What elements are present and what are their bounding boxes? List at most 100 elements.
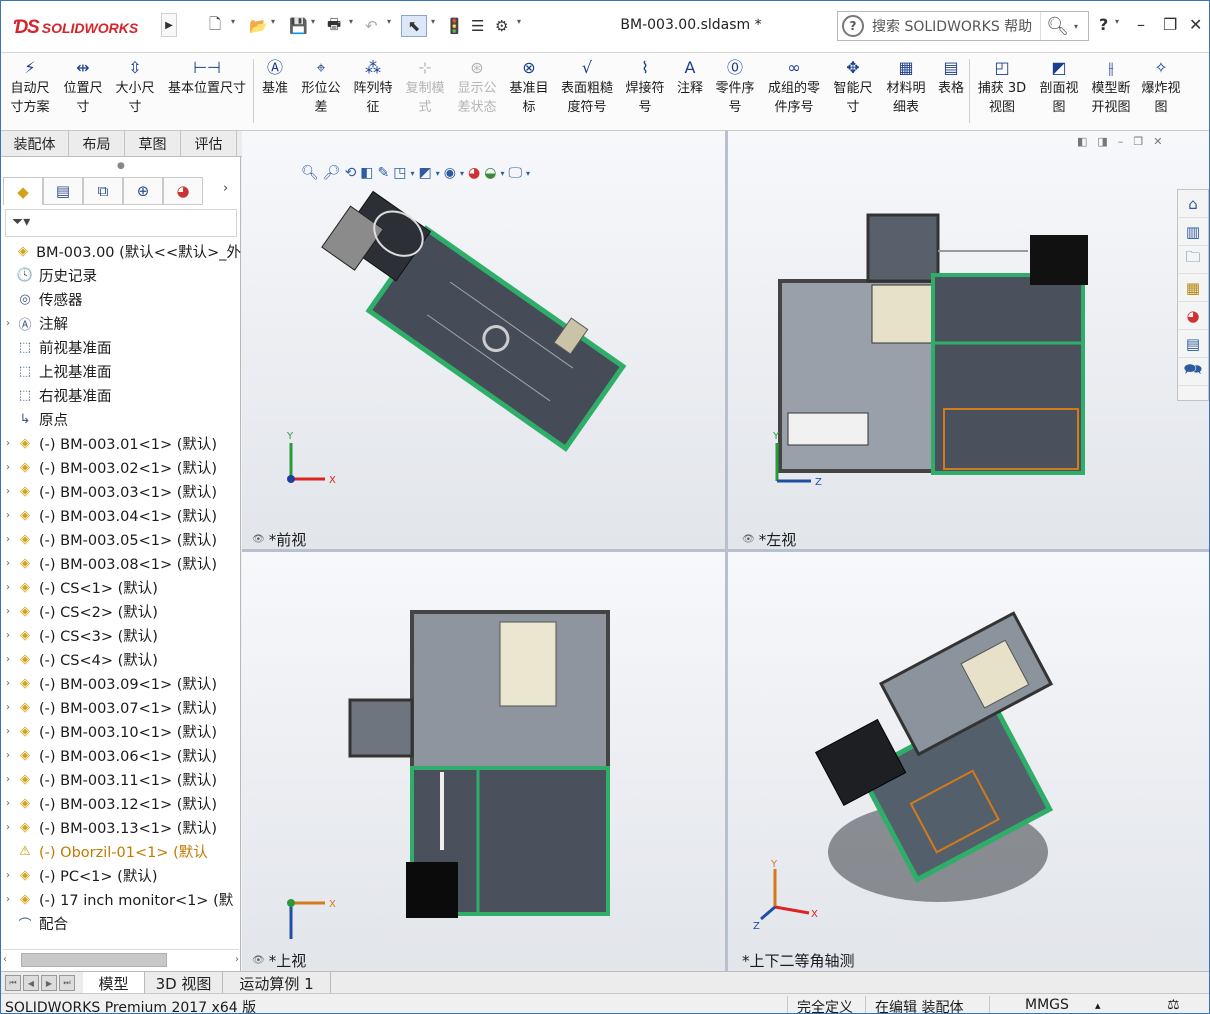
tree-item[interactable]: ⌒ 配合 <box>1 911 241 935</box>
tree-item[interactable]: › Ⓐ 注解 <box>1 311 241 335</box>
tree-item[interactable]: ⚠ (-) Oborzil-01<1> (默认 <box>1 839 241 863</box>
undo-dropdown-icon[interactable]: ▾ <box>387 17 391 26</box>
tree-item[interactable]: › ◈ (-) BM-003.12<1> (默认) <box>1 791 241 815</box>
expand-chevron-icon[interactable]: › <box>1 486 15 497</box>
rebuild-icon[interactable]: 🚦 <box>445 15 464 37</box>
basic-location-dimension-button[interactable]: ⊢⊣ 基本位置尺寸 <box>161 57 253 98</box>
viewport-close-icon[interactable]: ✕ <box>1153 135 1162 148</box>
tree-item[interactable]: ◎ 传感器 <box>1 287 241 311</box>
expand-chevron-icon[interactable]: › <box>1 582 15 593</box>
forum-icon[interactable]: 🗪 <box>1178 358 1208 386</box>
options-dropdown-icon[interactable]: ▾ <box>517 17 521 26</box>
tree-item[interactable]: › ◈ (-) BM-003.11<1> (默认) <box>1 767 241 791</box>
tree-item[interactable]: › ◈ (-) CS<2> (默认) <box>1 599 241 623</box>
tree-item[interactable]: 🕓 历史记录 <box>1 263 241 287</box>
section-view-icon[interactable]: ◧ <box>360 165 373 181</box>
section-view-button[interactable]: ◩ 剖面视 图 <box>1033 57 1085 117</box>
expand-chevron-icon[interactable]: › <box>1 726 15 737</box>
scroll-right-icon[interactable]: › <box>235 954 239 965</box>
expand-chevron-icon[interactable]: › <box>1 750 15 761</box>
save-icon[interactable]: 💾 <box>289 15 308 37</box>
configuration-manager-tab-icon[interactable]: ⧉ <box>83 177 123 205</box>
new-dropdown-icon[interactable]: ▾ <box>231 17 235 26</box>
open-icon[interactable]: 📂 <box>249 15 268 37</box>
tree-item[interactable]: ⬚ 前视基准面 <box>1 335 241 359</box>
close-icon[interactable]: ✕ <box>1189 15 1202 34</box>
viewport-prev-icon[interactable]: ◧ <box>1077 135 1087 148</box>
tree-item[interactable]: › ◈ (-) CS<1> (默认) <box>1 575 241 599</box>
table-button[interactable]: ▤ 表格 <box>933 57 969 98</box>
help-button[interactable]: ? <box>1099 15 1108 34</box>
view-settings-icon[interactable]: 🖵 <box>508 165 522 181</box>
expand-chevron-icon[interactable]: › <box>1 534 15 545</box>
geometric-tolerance-button[interactable]: ⌖ 形位公 差 <box>295 57 347 117</box>
hide-show-dropdown-icon[interactable]: ▾ <box>460 169 464 178</box>
tree-item[interactable]: › ◈ (-) BM-003.07<1> (默认) <box>1 695 241 719</box>
size-dimension-button[interactable]: ⇳ 大小尺 寸 <box>109 57 161 117</box>
viewport-next-icon[interactable]: ◨ <box>1097 135 1107 148</box>
tree-item[interactable]: › ◈ (-) BM-003.08<1> (默认) <box>1 551 241 575</box>
tree-item[interactable]: › ◈ (-) CS<3> (默认) <box>1 623 241 647</box>
expand-chevron-icon[interactable]: › <box>1 822 15 833</box>
tab-2[interactable]: 草图 <box>125 131 181 157</box>
expand-chevron-icon[interactable]: › <box>1 702 15 713</box>
save-dropdown-icon[interactable]: ▾ <box>311 17 315 26</box>
filter-icon[interactable]: ⏷▾ <box>12 214 30 230</box>
balloon-button[interactable]: ⓪ 零件序 号 <box>709 57 761 117</box>
scroll-left-icon[interactable]: ‹ <box>3 954 7 965</box>
dynamic-annotation-icon[interactable]: ✎ <box>378 165 390 181</box>
custom-properties-icon[interactable]: ▤ <box>1178 330 1208 358</box>
view-orientation-icon[interactable]: ◳ <box>393 165 406 181</box>
display-style-dropdown-icon[interactable]: ▾ <box>436 169 440 178</box>
zoom-to-fit-icon[interactable]: 🔍︎ <box>301 165 319 181</box>
viewport-restore-icon[interactable]: ❐ <box>1133 135 1143 148</box>
expand-chevron-icon[interactable]: › <box>1 462 15 473</box>
expand-chevron-icon[interactable]: › <box>1 318 15 329</box>
zoom-to-area-icon[interactable]: 🔎︎ <box>323 165 341 181</box>
model-break-view-button[interactable]: ⫲ 模型断 开视图 <box>1085 57 1137 117</box>
next-tab-icon[interactable]: ▶ <box>41 975 57 991</box>
design-library-icon[interactable]: ▥ <box>1178 218 1208 246</box>
tree-item[interactable]: › ◈ (-) PC<1> (默认) <box>1 863 241 887</box>
feature-manager-tab-icon[interactable]: ◆ <box>3 177 43 205</box>
capture-3d-view-button[interactable]: ◰ 捕获 3D 视图 <box>973 57 1031 117</box>
help-dropdown-icon[interactable]: ▾ <box>1115 17 1119 26</box>
last-tab-icon[interactable]: ⏭ <box>59 975 75 991</box>
bottom-tab-0[interactable]: 模型 <box>83 972 145 994</box>
display-style-icon[interactable]: ◩ <box>419 165 432 181</box>
tree-filter[interactable]: ⏷▾ <box>5 209 237 237</box>
expand-chevron-icon[interactable]: › <box>1 510 15 521</box>
tree-item[interactable]: › ◈ (-) BM-003.03<1> (默认) <box>1 479 241 503</box>
appearances-scenes-icon[interactable]: ◕ <box>1178 302 1208 330</box>
expand-chevron-icon[interactable]: › <box>1 798 15 809</box>
select-dropdown-icon[interactable]: ▾ <box>431 17 435 26</box>
tree-item[interactable]: › ◈ (-) BM-003.06<1> (默认) <box>1 743 241 767</box>
bottom-tab-2[interactable]: 运动算例 1 <box>223 972 331 994</box>
open-dropdown-icon[interactable]: ▾ <box>271 17 275 26</box>
location-dimension-button[interactable]: ⇹ 位置尺 寸 <box>57 57 109 117</box>
minimize-icon[interactable]: – <box>1137 15 1145 34</box>
tree-item[interactable]: › ◈ (-) BM-003.13<1> (默认) <box>1 815 241 839</box>
expand-chevron-icon[interactable]: › <box>1 630 15 641</box>
dimxpert-manager-tab-icon[interactable]: ⊕ <box>123 177 163 205</box>
tree-root-assembly[interactable]: ◈ BM-003.00 (默认<<默认>_外 <box>1 239 241 263</box>
unit-system-arrow-icon[interactable]: ▴ <box>1095 999 1101 1012</box>
new-document-icon[interactable]: 🗋 <box>209 15 221 37</box>
previous-view-icon[interactable]: ⟲ <box>345 165 357 181</box>
print-dropdown-icon[interactable]: ▾ <box>349 17 353 26</box>
expand-chevron-icon[interactable]: › <box>1 894 15 905</box>
select-icon[interactable]: ⬉ <box>401 15 427 37</box>
bom-button[interactable]: ▦ 材料明 细表 <box>879 57 933 117</box>
file-properties-icon[interactable]: ☰ <box>471 15 484 37</box>
expand-chevron-icon[interactable]: › <box>1 438 15 449</box>
more-tabs-chevron-icon[interactable]: › <box>223 181 228 196</box>
rebuild-status-icon[interactable]: ⚖ <box>1167 997 1180 1013</box>
tree-item[interactable]: › ◈ (-) 17 inch monitor<1> (默 <box>1 887 241 911</box>
expand-chevron-icon[interactable]: › <box>1 606 15 617</box>
print-icon[interactable]: 🖶 <box>327 15 341 37</box>
tree-item[interactable]: › ◈ (-) BM-003.09<1> (默认) <box>1 671 241 695</box>
tree-item[interactable]: › ◈ (-) BM-003.10<1> (默认) <box>1 719 241 743</box>
surface-finish-button[interactable]: √ 表面粗糙 度符号 <box>555 57 619 117</box>
help-search-box[interactable]: ? 搜索 SOLIDWORKS 帮助 🔍︎ ▾ <box>837 11 1089 41</box>
weld-symbol-button[interactable]: ⌇ 焊接符 号 <box>619 57 671 117</box>
